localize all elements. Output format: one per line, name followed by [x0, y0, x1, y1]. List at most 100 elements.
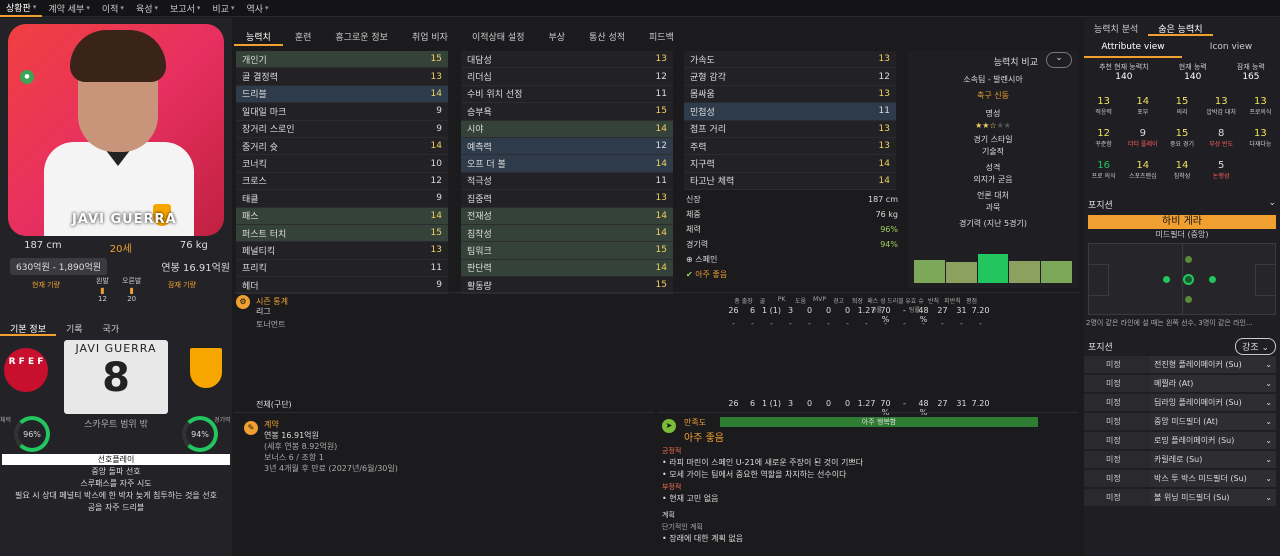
attribute-row[interactable]: 팀워크 15: [461, 242, 673, 260]
tab-injury[interactable]: 부상: [536, 28, 577, 46]
role-dropdown[interactable]: 박스 투 박스 미드필더 (Su) ⌄: [1150, 470, 1276, 487]
role-dropdown[interactable]: 메찔라 (At) ⌄: [1150, 375, 1276, 392]
rfef-logo[interactable]: R F E F: [4, 348, 48, 392]
nav-reports[interactable]: 보고서 ▾: [164, 0, 206, 17]
tab-records[interactable]: 기록: [56, 319, 93, 336]
attribute-row[interactable]: 주력 13: [684, 137, 896, 156]
attribute-row[interactable]: 드리블 14: [236, 85, 448, 104]
attribute-row[interactable]: 장거리 스로인 9: [236, 120, 448, 138]
role-row[interactable]: 미정 박스 투 박스 미드필더 (Su) ⌄: [1084, 469, 1280, 488]
attribute-row[interactable]: 프리킥 11: [236, 259, 448, 278]
positive-item: • 라피 마린이 스페인 U-21에 새로운 주장이 된 것이 기쁘다: [662, 458, 864, 467]
nav-contract[interactable]: 계약 세부 ▾: [42, 0, 96, 17]
attribute-row[interactable]: 수비 위치 선정 11: [461, 85, 673, 104]
attribute-row[interactable]: 코너킥 10: [236, 155, 448, 173]
attribute-row[interactable]: 리더십 12: [461, 68, 673, 86]
attribute-row[interactable]: 퍼스트 터치 15: [236, 224, 448, 243]
attribute-row[interactable]: 시야 14: [461, 120, 673, 138]
nav-overview[interactable]: 상황판 ▾: [0, 0, 43, 17]
emphasis-dropdown[interactable]: 강조 ⌄: [1235, 338, 1276, 355]
form-bar: [914, 259, 945, 283]
attribute-row[interactable]: 점프 거리 13: [684, 120, 896, 138]
attribute-row[interactable]: 대담성 13: [461, 51, 673, 69]
position-pitch: [1088, 243, 1276, 315]
scout-range: 스카우트 범위 밖: [84, 420, 148, 430]
role-row[interactable]: 미정 전진형 플레이메이커 (Su) ⌄: [1084, 355, 1280, 374]
attribute-row[interactable]: 타고난 체력 14: [684, 172, 896, 191]
contract-end: 3년 4개월 후 만료 (2027년/6월/30일): [264, 464, 398, 473]
tab-transfer-status[interactable]: 이적상태 설정: [460, 28, 537, 46]
positive-label: 긍정적: [662, 447, 682, 455]
tab-visa[interactable]: 취업 비자: [400, 28, 460, 46]
attribute-row[interactable]: 태클 9: [236, 190, 448, 208]
attribute-row[interactable]: 승부욕 15: [461, 103, 673, 121]
attribute-row[interactable]: 몸싸움 13: [684, 85, 896, 104]
role-dropdown[interactable]: 로밍 플레이메이커 (Su) ⌄: [1150, 432, 1276, 449]
attribute-value: 14: [430, 141, 442, 152]
nav-transfer[interactable]: 이적 ▾: [96, 0, 130, 17]
attribute-row[interactable]: 판단력 14: [461, 259, 673, 278]
role-dropdown[interactable]: 딥라잉 플레이메이커 (Su) ⌄: [1150, 394, 1276, 411]
mini-height: 신장 187 cm: [686, 195, 898, 204]
role-row[interactable]: 미정 중앙 미드필더 (At) ⌄: [1084, 412, 1280, 431]
potential-ability: 잠재 능력 165: [1236, 63, 1265, 82]
tab-attribute-analysis[interactable]: 능력치 분석: [1084, 22, 1148, 36]
attribute-row[interactable]: 오프 더 볼 14: [461, 155, 673, 173]
attribute-row[interactable]: 집중력 13: [461, 190, 673, 208]
tab-nation[interactable]: 국가: [93, 319, 130, 336]
chevron-down-icon: ▾: [230, 4, 235, 12]
role-dropdown[interactable]: 전진형 플레이메이커 (Su) ⌄: [1150, 356, 1276, 373]
tab-hidden-attributes[interactable]: 숨은 능력치: [1148, 22, 1213, 36]
form-bars: [914, 243, 1072, 283]
tab-training[interactable]: 훈련: [283, 28, 324, 46]
role-row[interactable]: 미정 로밍 플레이메이커 (Su) ⌄: [1084, 431, 1280, 450]
negative-label: 부정적: [662, 483, 682, 491]
valencia-logo-icon[interactable]: [188, 346, 224, 390]
compare-dropdown[interactable]: ⌄: [1046, 52, 1072, 68]
stat-cell: -: [979, 319, 982, 328]
nav-history[interactable]: 역사 ▾: [240, 0, 274, 17]
role-row[interactable]: 미정 메찔라 (At) ⌄: [1084, 374, 1280, 393]
attribute-row[interactable]: 페널티킥 13: [236, 242, 448, 260]
role-dropdown[interactable]: 중앙 미드필더 (At) ⌄: [1150, 413, 1276, 430]
tab-info[interactable]: 흥그로운 정보: [323, 28, 400, 46]
tab-feedback[interactable]: 피드백: [637, 28, 686, 46]
attribute-name: 몸싸움: [690, 90, 715, 101]
hidden-attribute: 15 의리: [1175, 96, 1189, 116]
tab-attribute-view[interactable]: Attribute view: [1084, 42, 1182, 58]
attribute-row[interactable]: 패스 14: [236, 207, 448, 225]
player-age: 20세: [109, 244, 132, 255]
roles-header: 포지션 강조 ⌄: [1084, 338, 1280, 355]
attribute-row[interactable]: 일대일 마크 9: [236, 103, 448, 121]
attribute-row[interactable]: 중거리 슛 14: [236, 137, 448, 156]
role-row[interactable]: 미정 카릴레로 (Su) ⌄: [1084, 450, 1280, 469]
attribute-row[interactable]: 침착성 14: [461, 224, 673, 243]
attribute-row[interactable]: 적극성 11: [461, 172, 673, 191]
contract-title[interactable]: 계약: [264, 419, 398, 430]
playstyle-list: 중앙 돌파 선호 스루패스를 자주 시도 필요 시 상대 페널티 박스에 한 박…: [2, 466, 230, 514]
attribute-row[interactable]: 균형 감각 12: [684, 68, 896, 86]
attribute-row[interactable]: 개인기 15: [236, 51, 448, 69]
tab-basic-info[interactable]: 기본 정보: [0, 319, 56, 336]
tab-career[interactable]: 통산 성적: [577, 28, 637, 46]
attribute-row[interactable]: 크로스 12: [236, 172, 448, 191]
tab-icon-view[interactable]: Icon view: [1182, 42, 1280, 58]
tab-attributes[interactable]: 능력치: [234, 28, 283, 46]
attribute-row[interactable]: 민첩성 11: [684, 103, 896, 121]
attribute-row[interactable]: 골 결정력 13: [236, 68, 448, 86]
position-note: 2명이 같은 라인에 설 때는 왼쪽 선수, 3명이 같은 라인...: [1086, 319, 1253, 327]
role-dropdown[interactable]: 볼 위닝 미드필더 (Su) ⌄: [1150, 489, 1276, 506]
attribute-row[interactable]: 전재성 14: [461, 207, 673, 225]
attribute-row[interactable]: 지구력 14: [684, 155, 896, 173]
nav-development[interactable]: 육성 ▾: [130, 0, 164, 17]
role-dropdown[interactable]: 카릴레로 (Su) ⌄: [1150, 451, 1276, 468]
attribute-name: 오프 더 볼: [467, 160, 506, 171]
attribute-row[interactable]: 예측력 12: [461, 137, 673, 156]
nav-compare[interactable]: 비교 ▾: [206, 0, 240, 17]
attribute-row[interactable]: 가속도 13: [684, 51, 896, 69]
chevron-down-icon[interactable]: ⌄: [1268, 198, 1276, 208]
role-row[interactable]: 미정 볼 위닝 미드필더 (Su) ⌄: [1084, 488, 1280, 507]
role-row[interactable]: 미정 딥라잉 플레이메이커 (Su) ⌄: [1084, 393, 1280, 412]
attribute-value: 14: [655, 262, 667, 273]
satisfaction-title[interactable]: 만족도: [684, 417, 706, 428]
